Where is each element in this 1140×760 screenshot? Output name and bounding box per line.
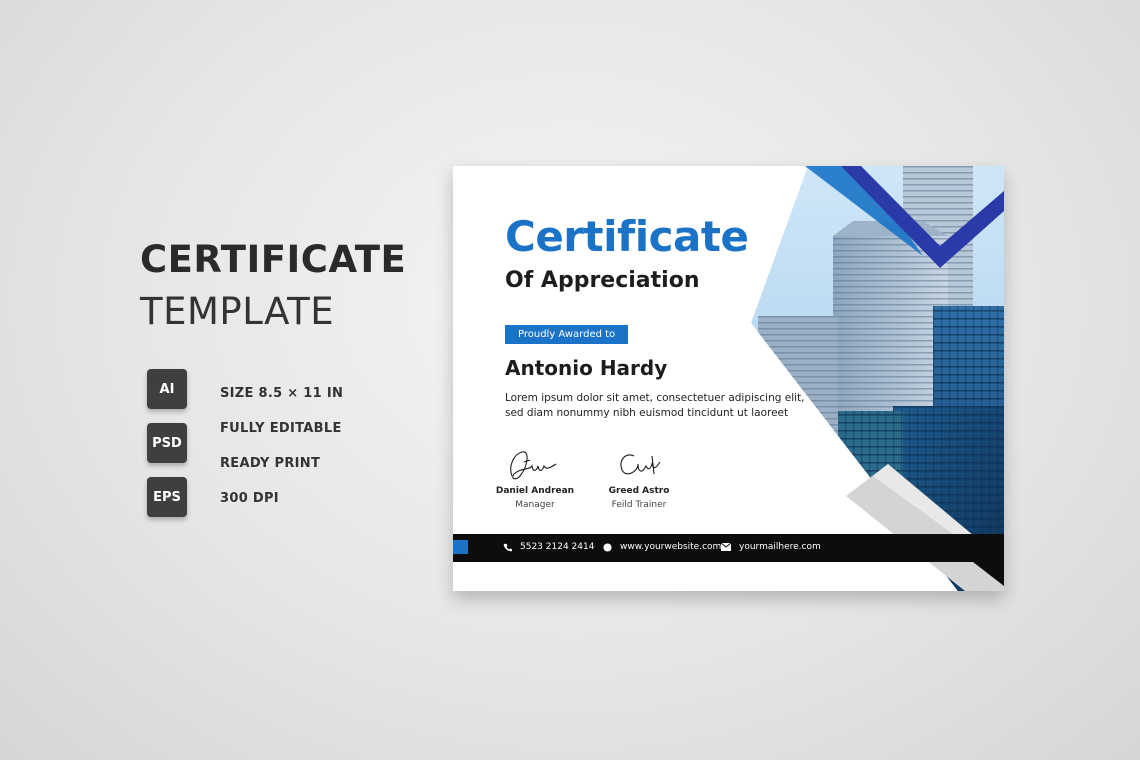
signature-1-icon [510, 451, 557, 480]
format-badge-ai: AI [147, 369, 187, 409]
signature-2-icon [620, 454, 661, 475]
footer-email: yourmailhere.com [721, 542, 821, 552]
signature-2-role: Feild Trainer [611, 500, 667, 510]
certificate-subtitle: Of Appreciation [505, 268, 700, 293]
feature-dpi: 300 DPI [220, 491, 279, 506]
award-label-badge: Proudly Awarded to [505, 325, 629, 344]
signature-1-name: Daniel Andrean [495, 486, 575, 496]
globe-icon [603, 542, 612, 552]
signature-block-1: Daniel Andrean Manager [480, 446, 590, 510]
recipient-name: Antonio Hardy [505, 356, 668, 380]
footer-website: www.yourwebsite.com [603, 542, 721, 552]
promo-title: CERTIFICATE [140, 238, 407, 281]
feature-print: READY PRINT [220, 456, 321, 471]
feature-size: SIZE 8.5 × 11 IN [220, 386, 344, 401]
mail-icon [721, 543, 731, 551]
signature-1-role: Manager [515, 500, 555, 510]
certificate-body-text: Lorem ipsum dolor sit amet, consectetuer… [505, 392, 805, 419]
footer-phone: 5523 2124 2414 [503, 542, 594, 552]
footer-email-text: yourmailhere.com [739, 542, 821, 552]
footer-website-text: www.yourwebsite.com [620, 542, 722, 552]
promo-subtitle: TEMPLATE [140, 290, 335, 333]
feature-editable: FULLY EDITABLE [220, 421, 342, 436]
phone-icon [503, 543, 512, 551]
format-badge-psd: PSD [147, 423, 187, 463]
certificate-title: Certificate [505, 212, 749, 261]
certificate-card: Certificate Of Appreciation Proudly Awar… [453, 166, 1004, 591]
signature-block-2: Greed Astro Feild Trainer [584, 446, 694, 510]
signature-2-name: Greed Astro [608, 486, 670, 496]
footer-phone-text: 5523 2124 2414 [520, 542, 595, 552]
format-badge-eps: EPS [147, 477, 187, 517]
